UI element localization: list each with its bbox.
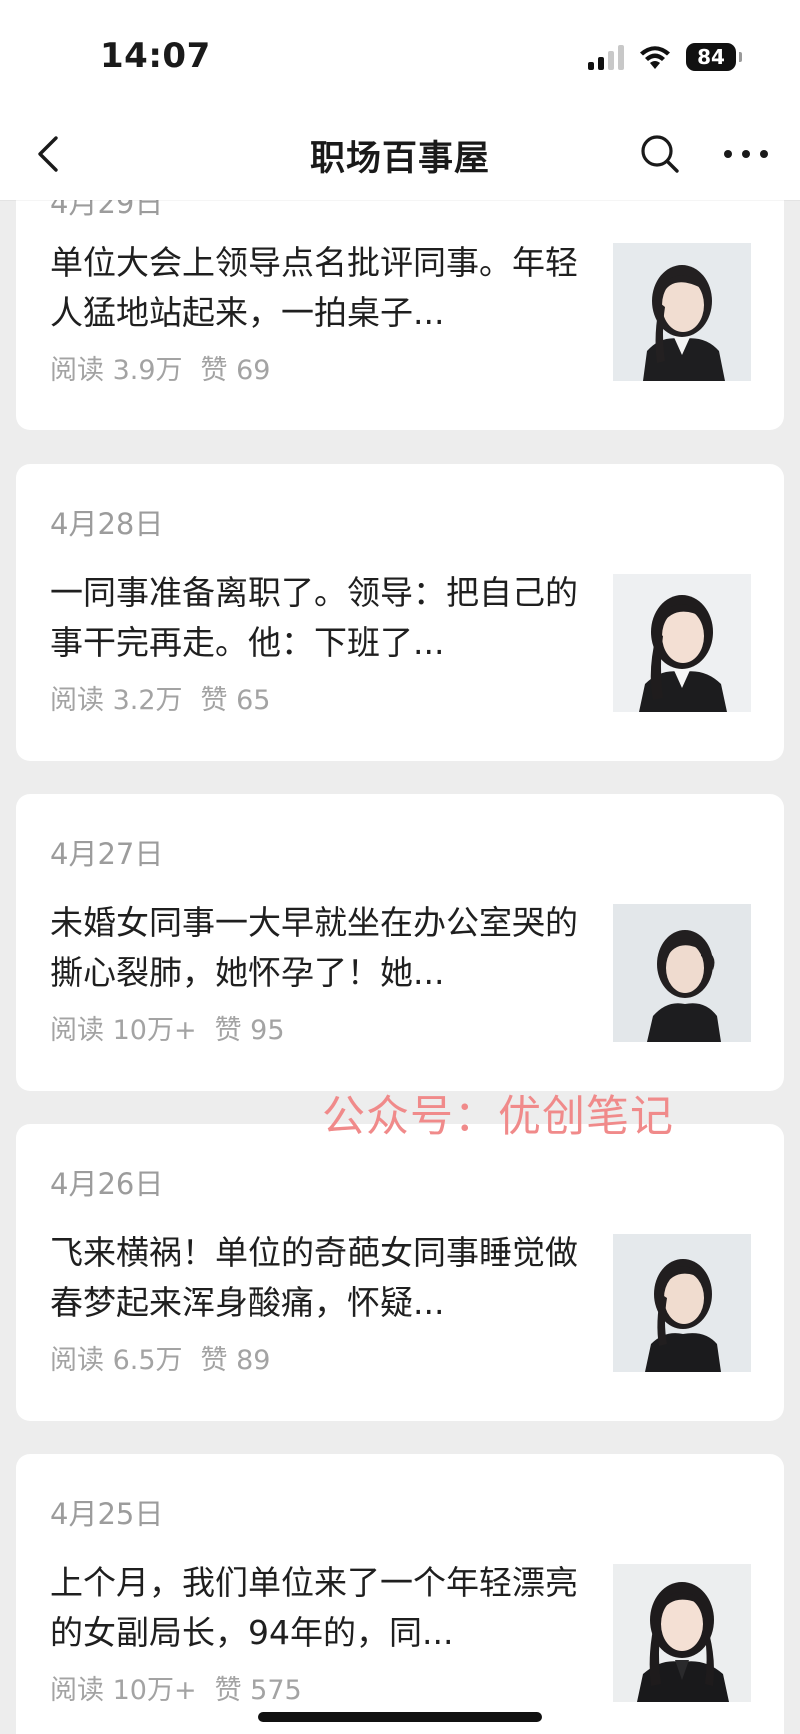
article-feed: 4月29日 单位大会上领导点名批评同事。年轻人猛地站起来，一拍桌子... 阅读 … — [0, 0, 800, 1734]
battery-icon: 84 — [686, 43, 742, 71]
like-count: 赞 65 — [200, 685, 271, 716]
woman-portrait-image — [613, 574, 751, 712]
status-time: 14:07 — [100, 36, 211, 76]
article-title[interactable]: 飞来横祸！单位的奇葩女同事睡觉做春梦起来浑身酸痛，怀疑... — [50, 1228, 595, 1328]
article-title[interactable]: 单位大会上领导点名批评同事。年轻人猛地站起来，一拍桌子... — [50, 238, 595, 338]
article-title[interactable]: 上个月，我们单位来了一个年轻漂亮的女副局长，94年的，同... — [50, 1558, 595, 1658]
watermark-text: 公众号：优创笔记 — [322, 1092, 674, 1142]
read-count: 阅读 3.9万 — [50, 355, 183, 386]
article-date: 4月27日 — [50, 837, 164, 871]
read-count: 阅读 10万+ — [50, 1015, 197, 1046]
article-title[interactable]: 未婚女同事一大早就坐在办公室哭的撕心裂肺，她怀孕了！她... — [50, 898, 595, 998]
article-card[interactable]: 4月28日 一同事准备离职了。领导：把自己的事干完再走。他：下班了... 阅读 … — [16, 464, 784, 761]
article-stats: 阅读 3.2万赞 65 — [50, 678, 288, 717]
read-count: 阅读 3.2万 — [50, 685, 183, 716]
article-thumbnail[interactable] — [613, 1564, 751, 1702]
article-thumbnail[interactable] — [613, 574, 751, 712]
navigation-bar: 职场百事屋 — [0, 110, 800, 200]
article-thumbnail[interactable] — [613, 243, 751, 381]
read-count: 阅读 10万+ — [50, 1675, 197, 1706]
article-thumbnail[interactable] — [613, 904, 751, 1042]
article-card[interactable]: 4月25日 上个月，我们单位来了一个年轻漂亮的女副局长，94年的，同... 阅读… — [16, 1454, 784, 1734]
status-bar: 14:07 84 — [0, 0, 800, 110]
article-stats: 阅读 6.5万赞 89 — [50, 1338, 288, 1377]
like-count: 赞 95 — [214, 1015, 285, 1046]
article-card[interactable]: 4月27日 未婚女同事一大早就坐在办公室哭的撕心裂肺，她怀孕了！她... 阅读 … — [16, 794, 784, 1091]
wifi-icon — [640, 46, 670, 69]
status-icons: 84 — [588, 40, 742, 74]
home-indicator — [258, 1712, 542, 1722]
article-stats: 阅读 3.9万赞 69 — [50, 348, 288, 387]
woman-portrait-image — [613, 904, 751, 1042]
woman-portrait-image — [613, 1564, 751, 1702]
article-stats: 阅读 10万+ 赞 95 — [50, 1008, 303, 1047]
article-date: 4月28日 — [50, 507, 164, 541]
search-icon[interactable] — [636, 130, 684, 178]
read-count: 阅读 6.5万 — [50, 1345, 183, 1376]
article-date: 4月25日 — [50, 1497, 164, 1531]
like-count: 赞 575 — [214, 1675, 302, 1706]
more-options-icon[interactable] — [718, 130, 774, 178]
article-date: 4月26日 — [50, 1167, 164, 1201]
article-card[interactable]: 4月26日 飞来横祸！单位的奇葩女同事睡觉做春梦起来浑身酸痛，怀疑... 阅读 … — [16, 1124, 784, 1421]
cellular-signal-icon — [588, 44, 624, 70]
article-title[interactable]: 一同事准备离职了。领导：把自己的事干完再走。他：下班了... — [50, 568, 595, 668]
article-stats: 阅读 10万+ 赞 575 — [50, 1668, 320, 1707]
woman-portrait-image — [613, 243, 751, 381]
like-count: 赞 69 — [200, 355, 271, 386]
like-count: 赞 89 — [200, 1345, 271, 1376]
article-thumbnail[interactable] — [613, 1234, 751, 1372]
woman-portrait-image — [613, 1234, 751, 1372]
